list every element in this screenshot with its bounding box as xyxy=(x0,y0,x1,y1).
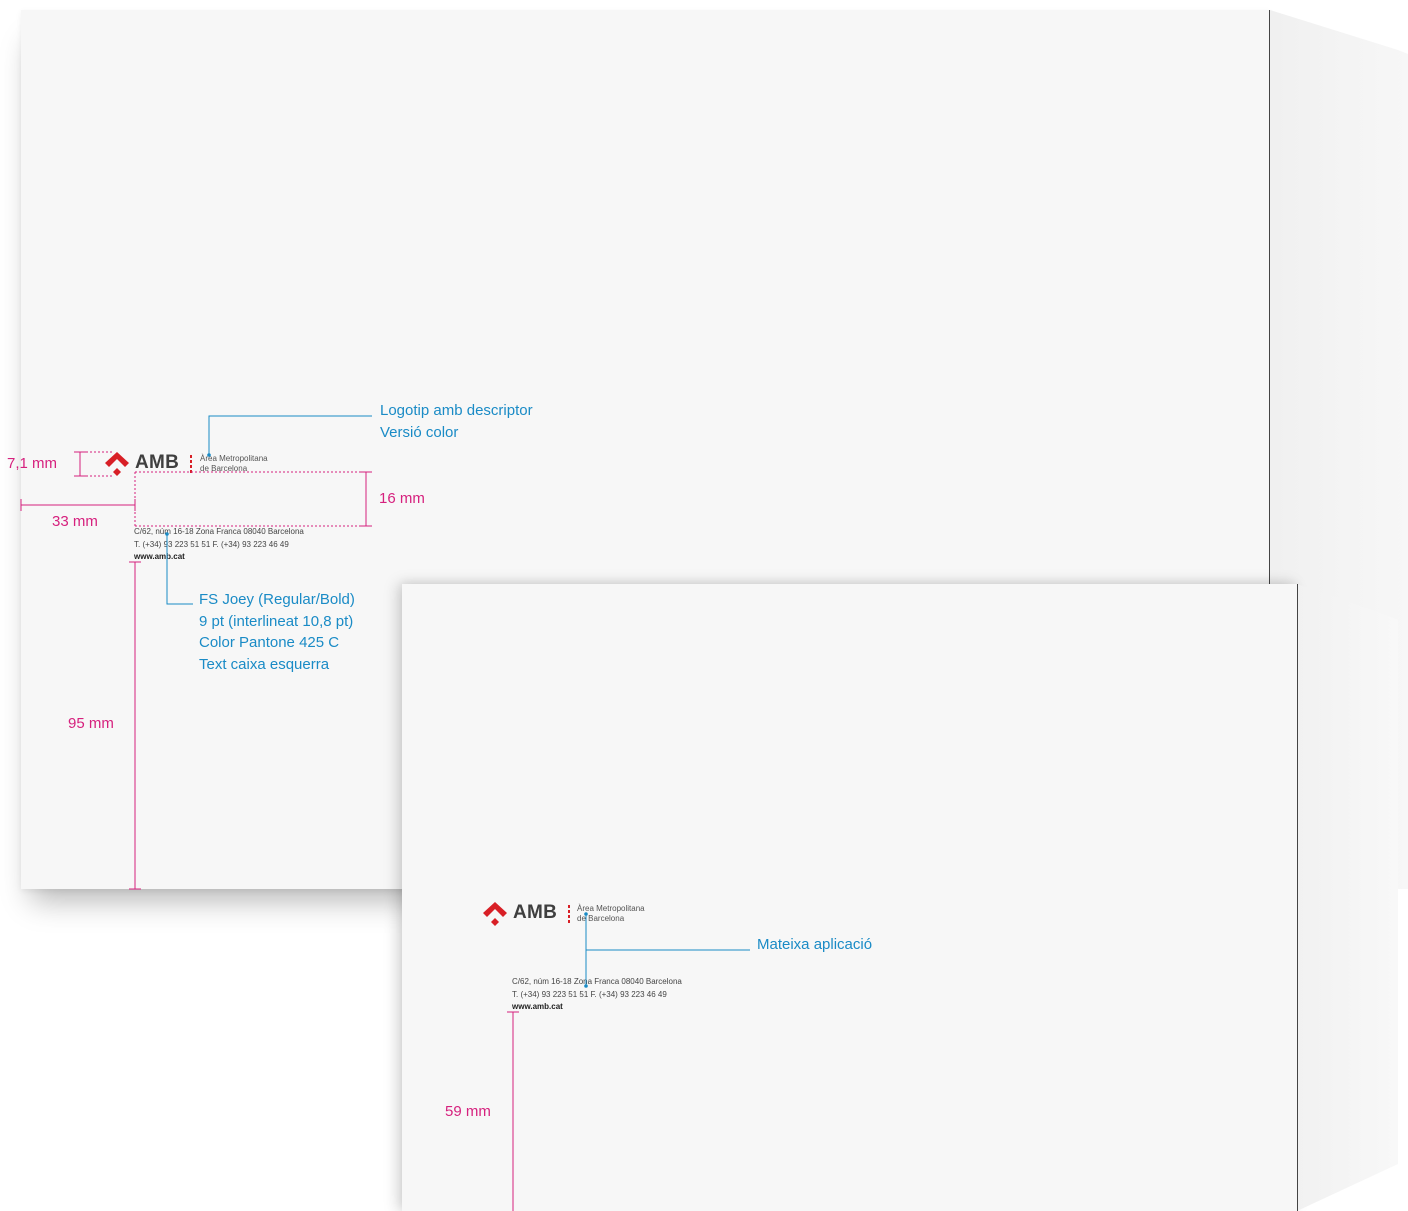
dim-bottom-margin: 95 mm xyxy=(68,715,114,732)
callout-font-line3: Color Pantone 425 C xyxy=(199,634,340,651)
dim-logo-height: 7,1 mm xyxy=(7,455,58,472)
callout-font-line2: 9 pt (interlineat 10,8 pt) xyxy=(199,612,354,630)
dim-logo-text-gap: 16 mm xyxy=(379,490,425,507)
callout-logo: Logotip amb descriptor Versió color xyxy=(380,400,533,443)
callout-font-line4: Text caixa esquerra xyxy=(199,655,330,673)
callout-logo-line2: Versió color xyxy=(380,423,459,441)
dim-left-margin: 33 mm xyxy=(52,513,98,530)
callout-font-line1: FS Joey (Regular/Bold) xyxy=(199,591,355,608)
dim-bottom-margin-small: 59 mm xyxy=(445,1103,491,1120)
callout-logo-line1: Logotip amb descriptor xyxy=(380,402,533,419)
callout-same-application: Mateixa aplicació xyxy=(757,936,873,953)
callout-typography: FS Joey (Regular/Bold) 9 pt (interlineat… xyxy=(199,589,355,675)
